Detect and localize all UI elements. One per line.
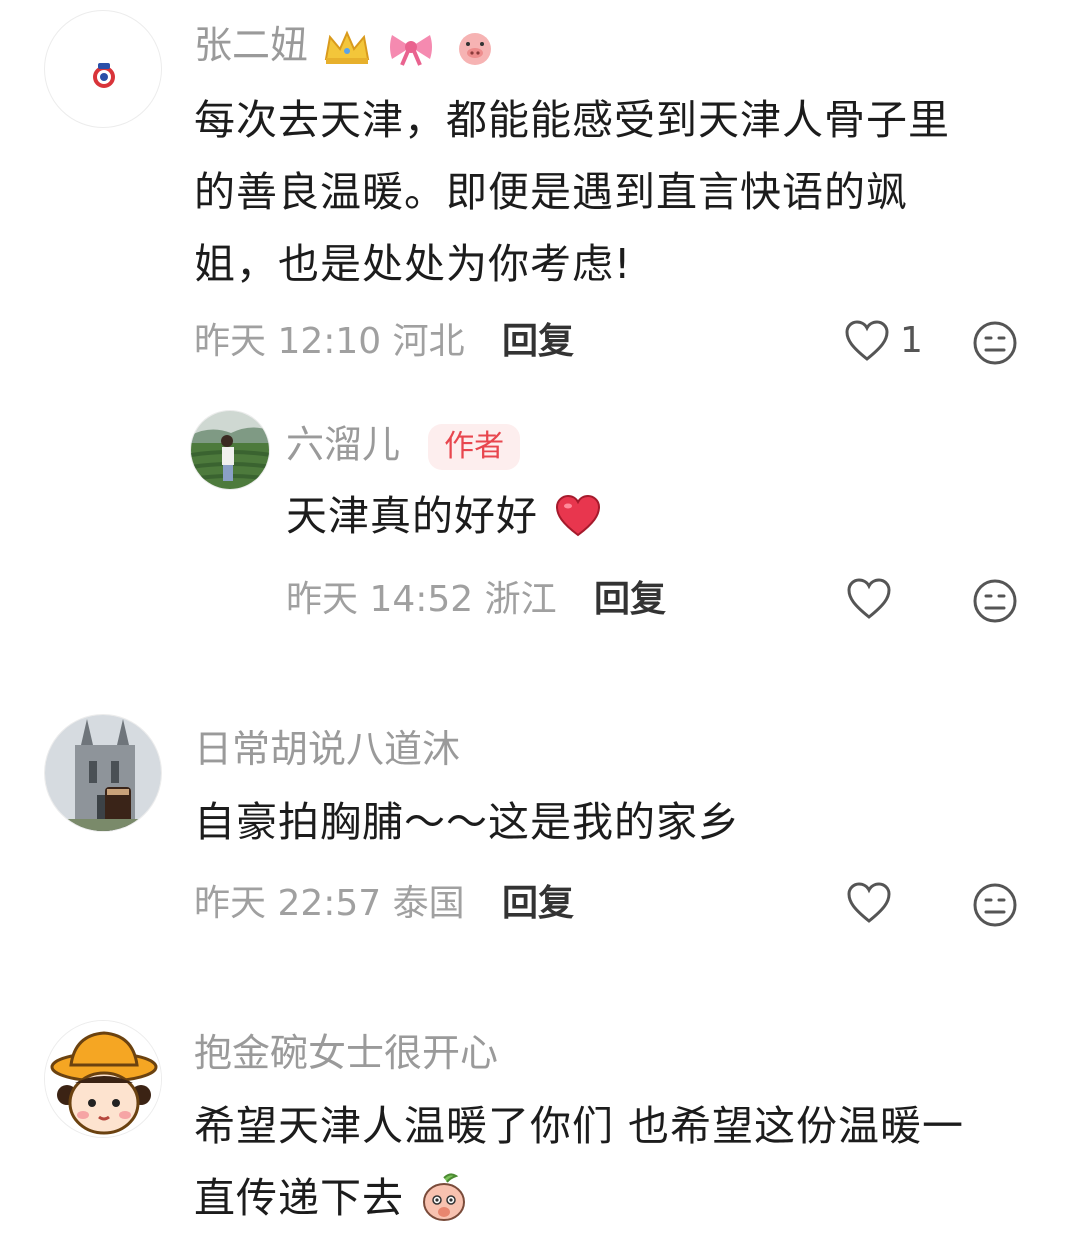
like-count: 1 [900, 320, 923, 361]
like-button[interactable] [846, 882, 892, 924]
dislike-button[interactable] [972, 320, 1018, 370]
username[interactable]: 六溜儿 作者 [286, 424, 521, 470]
reply-button[interactable]: 回复 [502, 324, 574, 360]
pig-icon [459, 32, 492, 65]
comment-text: 自豪拍胸脯～～这是我的家乡 [194, 798, 740, 846]
reply-button[interactable]: 回复 [502, 886, 574, 922]
comment-meta: 昨天 22:57 泰国 [194, 886, 465, 922]
comment-meta: 昨天 12:10 河北 [194, 324, 465, 360]
dislike-button[interactable] [972, 882, 1018, 932]
neutral-face-icon [973, 579, 1017, 623]
avatar[interactable] [44, 714, 162, 832]
like-button[interactable]: 1 [844, 320, 923, 362]
neutral-face-icon [973, 321, 1017, 365]
author-badge: 作者 [428, 424, 521, 470]
comment-text: 希望天津人温暖了你们 也希望这份温暖一 直传递下去 [194, 1102, 965, 1222]
heart-outline-icon [847, 882, 891, 923]
timestamp: 昨天 22:57 [194, 883, 382, 924]
cartoon-girl-icon [45, 1021, 161, 1137]
timestamp: 昨天 14:52 [286, 579, 474, 620]
comment-text: 天津真的好好 [286, 480, 1046, 552]
heart-outline-icon [845, 320, 889, 361]
username[interactable]: 日常胡说八道沐 [194, 730, 460, 768]
location: 泰国 [392, 883, 465, 924]
heart-outline-icon [847, 578, 891, 619]
heart-emoji [556, 494, 601, 537]
location: 浙江 [484, 579, 557, 620]
reply-button[interactable]: 回复 [594, 582, 666, 618]
timestamp: 昨天 12:10 [194, 321, 382, 362]
peach-emoji [423, 1173, 466, 1221]
comment-text: 每次去天津，都能能感受到天津人骨子里 的善良温暖。即便是遇到直言快语的飒 姐，也… [194, 96, 950, 288]
like-button[interactable] [846, 578, 892, 620]
bow-icon [390, 34, 433, 66]
tea-field-photo [191, 411, 269, 489]
church-photo [45, 715, 161, 831]
comment-meta: 昨天 14:52 浙江 [286, 582, 557, 618]
location: 河北 [392, 321, 465, 362]
crown-icon [324, 30, 370, 64]
avatar[interactable] [44, 1020, 162, 1138]
username[interactable]: 张二妞 [194, 26, 500, 67]
shield-robot-icon [93, 63, 115, 88]
neutral-face-icon [973, 883, 1017, 927]
avatar[interactable] [190, 410, 270, 490]
dislike-button[interactable] [972, 578, 1018, 628]
username[interactable]: 抱金碗女士很开心 [194, 1034, 498, 1072]
avatar[interactable] [44, 10, 162, 128]
